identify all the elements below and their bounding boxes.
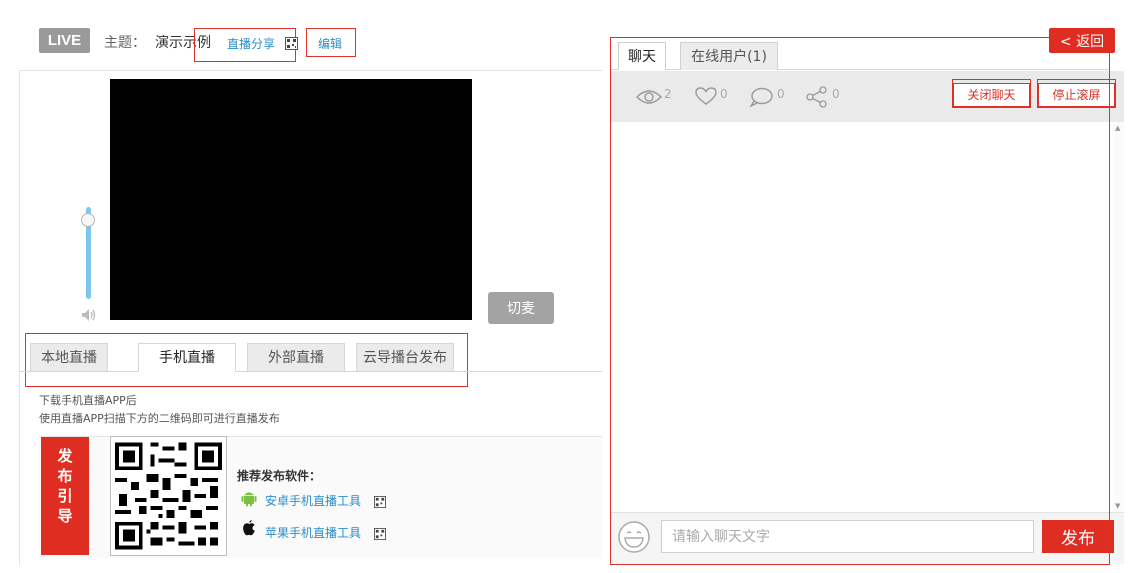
left-border	[19, 70, 20, 565]
tab-external-live[interactable]: 外部直播	[247, 343, 345, 372]
edit-link[interactable]: 编辑	[318, 35, 342, 52]
qr-code-icon[interactable]	[374, 525, 386, 544]
live-badge: LIVE	[39, 28, 90, 53]
close-chat-highlight	[952, 79, 1031, 108]
tab-mobile-live[interactable]: 手机直播	[138, 343, 236, 372]
mobile-hint-line1: 下载手机直播APP后	[39, 394, 137, 407]
chat-scrollbar[interactable]: ▲ ▼	[1113, 122, 1124, 512]
android-icon	[240, 489, 258, 511]
volume-slider-handle[interactable]	[81, 213, 95, 227]
qr-code-icon[interactable]	[285, 35, 298, 54]
publish-guide-label: 发 布 引 导	[41, 437, 89, 555]
recommend-title: 推荐发布软件：	[237, 469, 322, 483]
speaker-icon[interactable]	[80, 306, 98, 324]
video-player[interactable]	[110, 79, 472, 320]
tab-local-live[interactable]: 本地直播	[30, 343, 108, 372]
android-app-link[interactable]: 安卓手机直播工具	[265, 492, 361, 509]
scroll-down-icon[interactable]: ▼	[1115, 502, 1120, 510]
stop-scroll-highlight	[1037, 79, 1116, 108]
back-button[interactable]: < 返回	[1049, 28, 1115, 53]
header-divider	[20, 70, 602, 71]
switch-mic-button[interactable]: 切麦	[488, 292, 554, 324]
scroll-up-icon[interactable]: ▲	[1115, 124, 1120, 132]
apple-icon	[239, 518, 259, 542]
ios-app-link[interactable]: 苹果手机直播工具	[265, 524, 361, 541]
tab-cloud-director[interactable]: 云导播台发布	[356, 343, 454, 372]
share-link[interactable]: 直播分享	[227, 35, 275, 52]
qr-code-icon[interactable]	[374, 493, 386, 512]
qr-code-icon	[110, 436, 227, 556]
mobile-hint-line2: 使用直播APP扫描下方的二维码即可进行直播发布	[39, 412, 280, 425]
topic-label: 主题：	[104, 35, 146, 51]
chat-panel-highlight	[610, 37, 1110, 565]
